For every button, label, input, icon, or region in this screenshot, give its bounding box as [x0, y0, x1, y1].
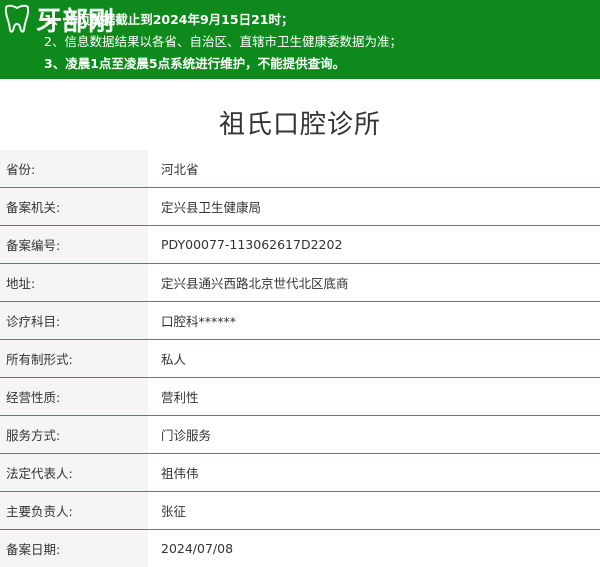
field-value: PDY00077-113062617D2202 — [161, 237, 343, 252]
field-value: 口腔科****** — [161, 314, 237, 329]
field-label: 服务方式: — [0, 416, 148, 453]
table-row: 省份: 河北省 — [0, 150, 600, 188]
field-label: 备案编号: — [0, 226, 148, 263]
table-row: 备案编号: PDY00077-113062617D2202 — [0, 226, 600, 264]
field-label: 省份: — [0, 150, 148, 187]
notice-line-2: 2、信息数据结果以各省、自治区、直辖市卫生健康委数据为准； — [44, 34, 402, 49]
field-value: 2024/07/08 — [161, 541, 234, 556]
field-value: 营利性 — [161, 390, 199, 405]
field-label: 法定代表人: — [0, 454, 148, 491]
notice-line-3: 3、凌晨1点至凌晨5点系统进行维护，不能提供查询。 — [44, 56, 346, 71]
field-label: 所有制形式: — [0, 340, 148, 377]
table-row: 地址: 定兴县通兴西路北京世代北区底商 — [0, 264, 600, 302]
page-title: 祖氏口腔诊所 — [218, 110, 381, 140]
table-row: 服务方式: 门诊服务 — [0, 416, 600, 454]
table-row: 法定代表人: 祖伟伟 — [0, 454, 600, 492]
table-row: 经营性质: 营利性 — [0, 378, 600, 416]
tooth-icon — [4, 4, 30, 33]
field-value: 定兴县通兴西路北京世代北区底商 — [161, 276, 349, 291]
field-value: 私人 — [161, 352, 187, 367]
notice-line-1: 1、本页数据截止到2024年9月15日21时； — [44, 12, 294, 27]
field-value: 定兴县卫生健康局 — [161, 200, 262, 215]
field-value: 河北省 — [161, 162, 199, 177]
field-label: 备案日期: — [0, 530, 148, 567]
table-row: 备案机关: 定兴县卫生健康局 — [0, 188, 600, 226]
field-label: 地址: — [0, 264, 148, 301]
field-value: 祖伟伟 — [161, 466, 199, 481]
table-row: 所有制形式: 私人 — [0, 340, 600, 378]
field-label: 备案机关: — [0, 188, 148, 225]
field-label: 经营性质: — [0, 378, 148, 415]
table-row: 备案日期: 2024/07/08 — [0, 530, 600, 567]
table-row: 主要负责人: 张征 — [0, 492, 600, 530]
table-row: 诊疗科目: 口腔科****** — [0, 302, 600, 340]
info-table: 省份: 河北省 备案机关: 定兴县卫生健康局 备案编号: PDY00077-11… — [0, 150, 600, 567]
field-value: 门诊服务 — [161, 428, 212, 443]
field-value: 张征 — [161, 504, 187, 519]
field-label: 诊疗科目: — [0, 302, 148, 339]
notice-banner: 牙部刚 1、本页数据截止到2024年9月15日21时； 2、信息数据结果以各省、… — [0, 0, 600, 79]
field-label: 主要负责人: — [0, 492, 148, 529]
